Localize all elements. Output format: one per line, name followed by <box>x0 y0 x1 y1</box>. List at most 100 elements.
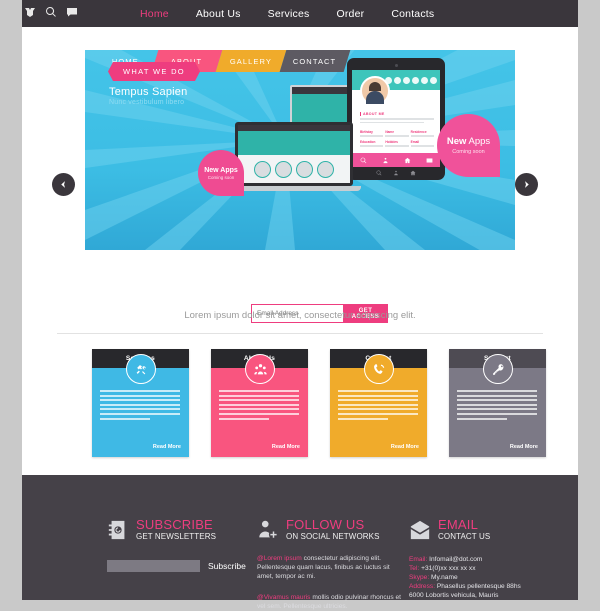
footer-email-header: EMAIL CONTACT US <box>409 518 569 543</box>
hero-heading: Tempus Sapien <box>109 86 188 98</box>
footer-follow-column: FOLLOW US ON SOCIAL NETWORKS @Lorem ipsu… <box>257 518 407 611</box>
text-line <box>385 135 409 137</box>
search-icon <box>376 170 382 176</box>
new-apps-small-sub: Coming soon <box>207 174 235 180</box>
tablet-screen: ABOUT ME Birthday Name Residence Educati… <box>352 70 440 167</box>
laptop-feature-row <box>238 155 350 183</box>
info-field: Residence <box>410 130 434 137</box>
what-we-do-badge: WHAT WE DO <box>108 62 200 81</box>
add-user-icon <box>257 518 279 542</box>
card-body: Read More <box>330 354 427 457</box>
feature-chip <box>296 160 313 178</box>
card-text-lines <box>338 390 418 422</box>
hero-tab-gallery[interactable]: GALLERY <box>215 50 287 72</box>
contact-value: 6000 Lobortis vehicula, Mauris <box>409 592 499 599</box>
info-field-label: Birthday <box>360 130 373 134</box>
contact-row: 6000 Lobortis vehicula, Mauris <box>409 591 569 600</box>
footer-email-column: EMAIL CONTACT US Email: Infomail@dot.com… <box>409 518 569 600</box>
tablet-hardware-buttons <box>370 170 422 176</box>
feature-card-about-us[interactable]: About Us Read More <box>211 349 308 457</box>
search-icon[interactable] <box>360 157 367 164</box>
card-read-more-link[interactable]: Read More <box>510 444 538 450</box>
card-body: Read More <box>211 354 308 457</box>
new-apps-badge-large[interactable]: New Apps Coming soon <box>437 114 500 177</box>
info-field: Hobbies <box>385 139 409 147</box>
new-apps-small-strong: New <box>204 166 219 174</box>
home-icon <box>410 170 416 176</box>
chevron-left-icon <box>61 181 65 188</box>
info-field-label: Education <box>360 139 376 144</box>
laptop-screen <box>235 122 353 186</box>
subscribe-input[interactable] <box>107 560 200 572</box>
carousel-next-button[interactable] <box>515 173 538 196</box>
info-field: Name <box>385 130 409 137</box>
footer-email-subtitle: CONTACT US <box>438 532 491 541</box>
page-footer: SUBSCRIBE GET NEWSLETTERS Subscribe FOLL… <box>22 475 578 610</box>
info-field-label: Residence <box>410 130 427 134</box>
nav-item-services[interactable]: Services <box>268 8 310 20</box>
mail-icon[interactable] <box>426 157 433 164</box>
text-line <box>360 121 424 123</box>
search-icon[interactable] <box>45 6 57 18</box>
nav-item-order[interactable]: Order <box>336 8 364 20</box>
home-icon[interactable] <box>404 157 411 164</box>
hero-section: HOME ABOUT GALLERY CONTACT WHAT WE DO Te… <box>22 27 578 323</box>
contact-row: Address: Phasellus pellentesque 88hs <box>409 582 569 591</box>
feature-card-services[interactable]: Services Read More <box>92 349 189 457</box>
footer-follow-title: FOLLOW US <box>286 517 365 532</box>
footer-follow-paragraph-1: @Lorem ipsum consectetur adipiscing elit… <box>257 554 407 582</box>
footer-subscribe-title-block: SUBSCRIBE GET NEWSLETTERS <box>136 518 216 543</box>
chevron-right-icon <box>525 181 529 188</box>
new-apps-large-strong: New <box>446 136 467 147</box>
tablet-header-dot <box>430 76 437 84</box>
card-read-more-link[interactable]: Read More <box>272 444 300 450</box>
hero-tab-gallery-label: GALLERY <box>229 56 273 66</box>
footer-follow-header: FOLLOW US ON SOCIAL NETWORKS <box>257 518 407 543</box>
laptop-mockup <box>229 122 361 191</box>
tagline-text: Lorem ipsum dolor sit amet, consectetur … <box>184 310 416 321</box>
card-read-more-link[interactable]: Read More <box>391 444 419 450</box>
footer-handle-1[interactable]: @Lorem ipsum <box>257 555 302 562</box>
contact-value: My.name <box>429 574 458 581</box>
message-icon[interactable] <box>66 6 78 18</box>
subscribe-label[interactable]: Subscribe <box>208 561 246 571</box>
tablet-header-dot <box>421 76 428 84</box>
tablet-about-title: ABOUT ME <box>360 112 434 116</box>
carousel-prev-button[interactable] <box>52 173 75 196</box>
nav-item-contacts[interactable]: Contacts <box>391 8 434 20</box>
laptop-base <box>229 186 361 191</box>
card-read-more-link[interactable]: Read More <box>153 444 181 450</box>
section-divider <box>57 333 543 334</box>
footer-email-title-block: EMAIL CONTACT US <box>438 518 490 543</box>
card-icon-circle <box>126 354 156 384</box>
phone-icon <box>373 363 384 374</box>
footer-follow-title-block: FOLLOW US ON SOCIAL NETWORKS <box>286 518 380 543</box>
info-field-label: Hobbies <box>385 139 398 144</box>
card-icon-circle <box>245 354 275 384</box>
tablet-header-dot <box>412 76 419 84</box>
nav-item-about-us[interactable]: About Us <box>196 8 241 20</box>
new-apps-badge-small[interactable]: New Apps Coming soon <box>198 150 244 196</box>
hero-tab-contact[interactable]: CONTACT <box>279 50 351 72</box>
card-body: Read More <box>449 354 546 457</box>
people-icon[interactable] <box>382 157 389 164</box>
contact-value: +31(0)xx xxx xx xx <box>419 565 476 572</box>
feature-chip <box>317 160 334 178</box>
feature-card-contact[interactable]: Contact Read More <box>330 349 427 457</box>
hero-tab-contact-label: CONTACT <box>293 56 337 66</box>
text-line <box>385 145 409 147</box>
top-navigation-bar: Home About Us Services Order Contacts <box>22 0 578 27</box>
envelope-icon <box>409 518 431 542</box>
contact-key: Email: <box>409 556 428 563</box>
laptop-hero <box>238 131 350 155</box>
footer-subscribe-column: SUBSCRIBE GET NEWSLETTERS Subscribe <box>107 518 267 572</box>
nav-item-home[interactable]: Home <box>140 8 169 20</box>
text-line <box>360 135 384 137</box>
contact-key: Address: <box>409 583 436 590</box>
tablet-mockup: ABOUT ME Birthday Name Residence Educati… <box>347 58 445 180</box>
feature-card-support[interactable]: Support Read More <box>449 349 546 457</box>
tablet-camera <box>394 64 398 67</box>
footer-subscribe-header: SUBSCRIBE GET NEWSLETTERS <box>107 518 267 543</box>
bird-icon[interactable] <box>24 6 36 18</box>
card-icon-circle <box>483 354 513 384</box>
